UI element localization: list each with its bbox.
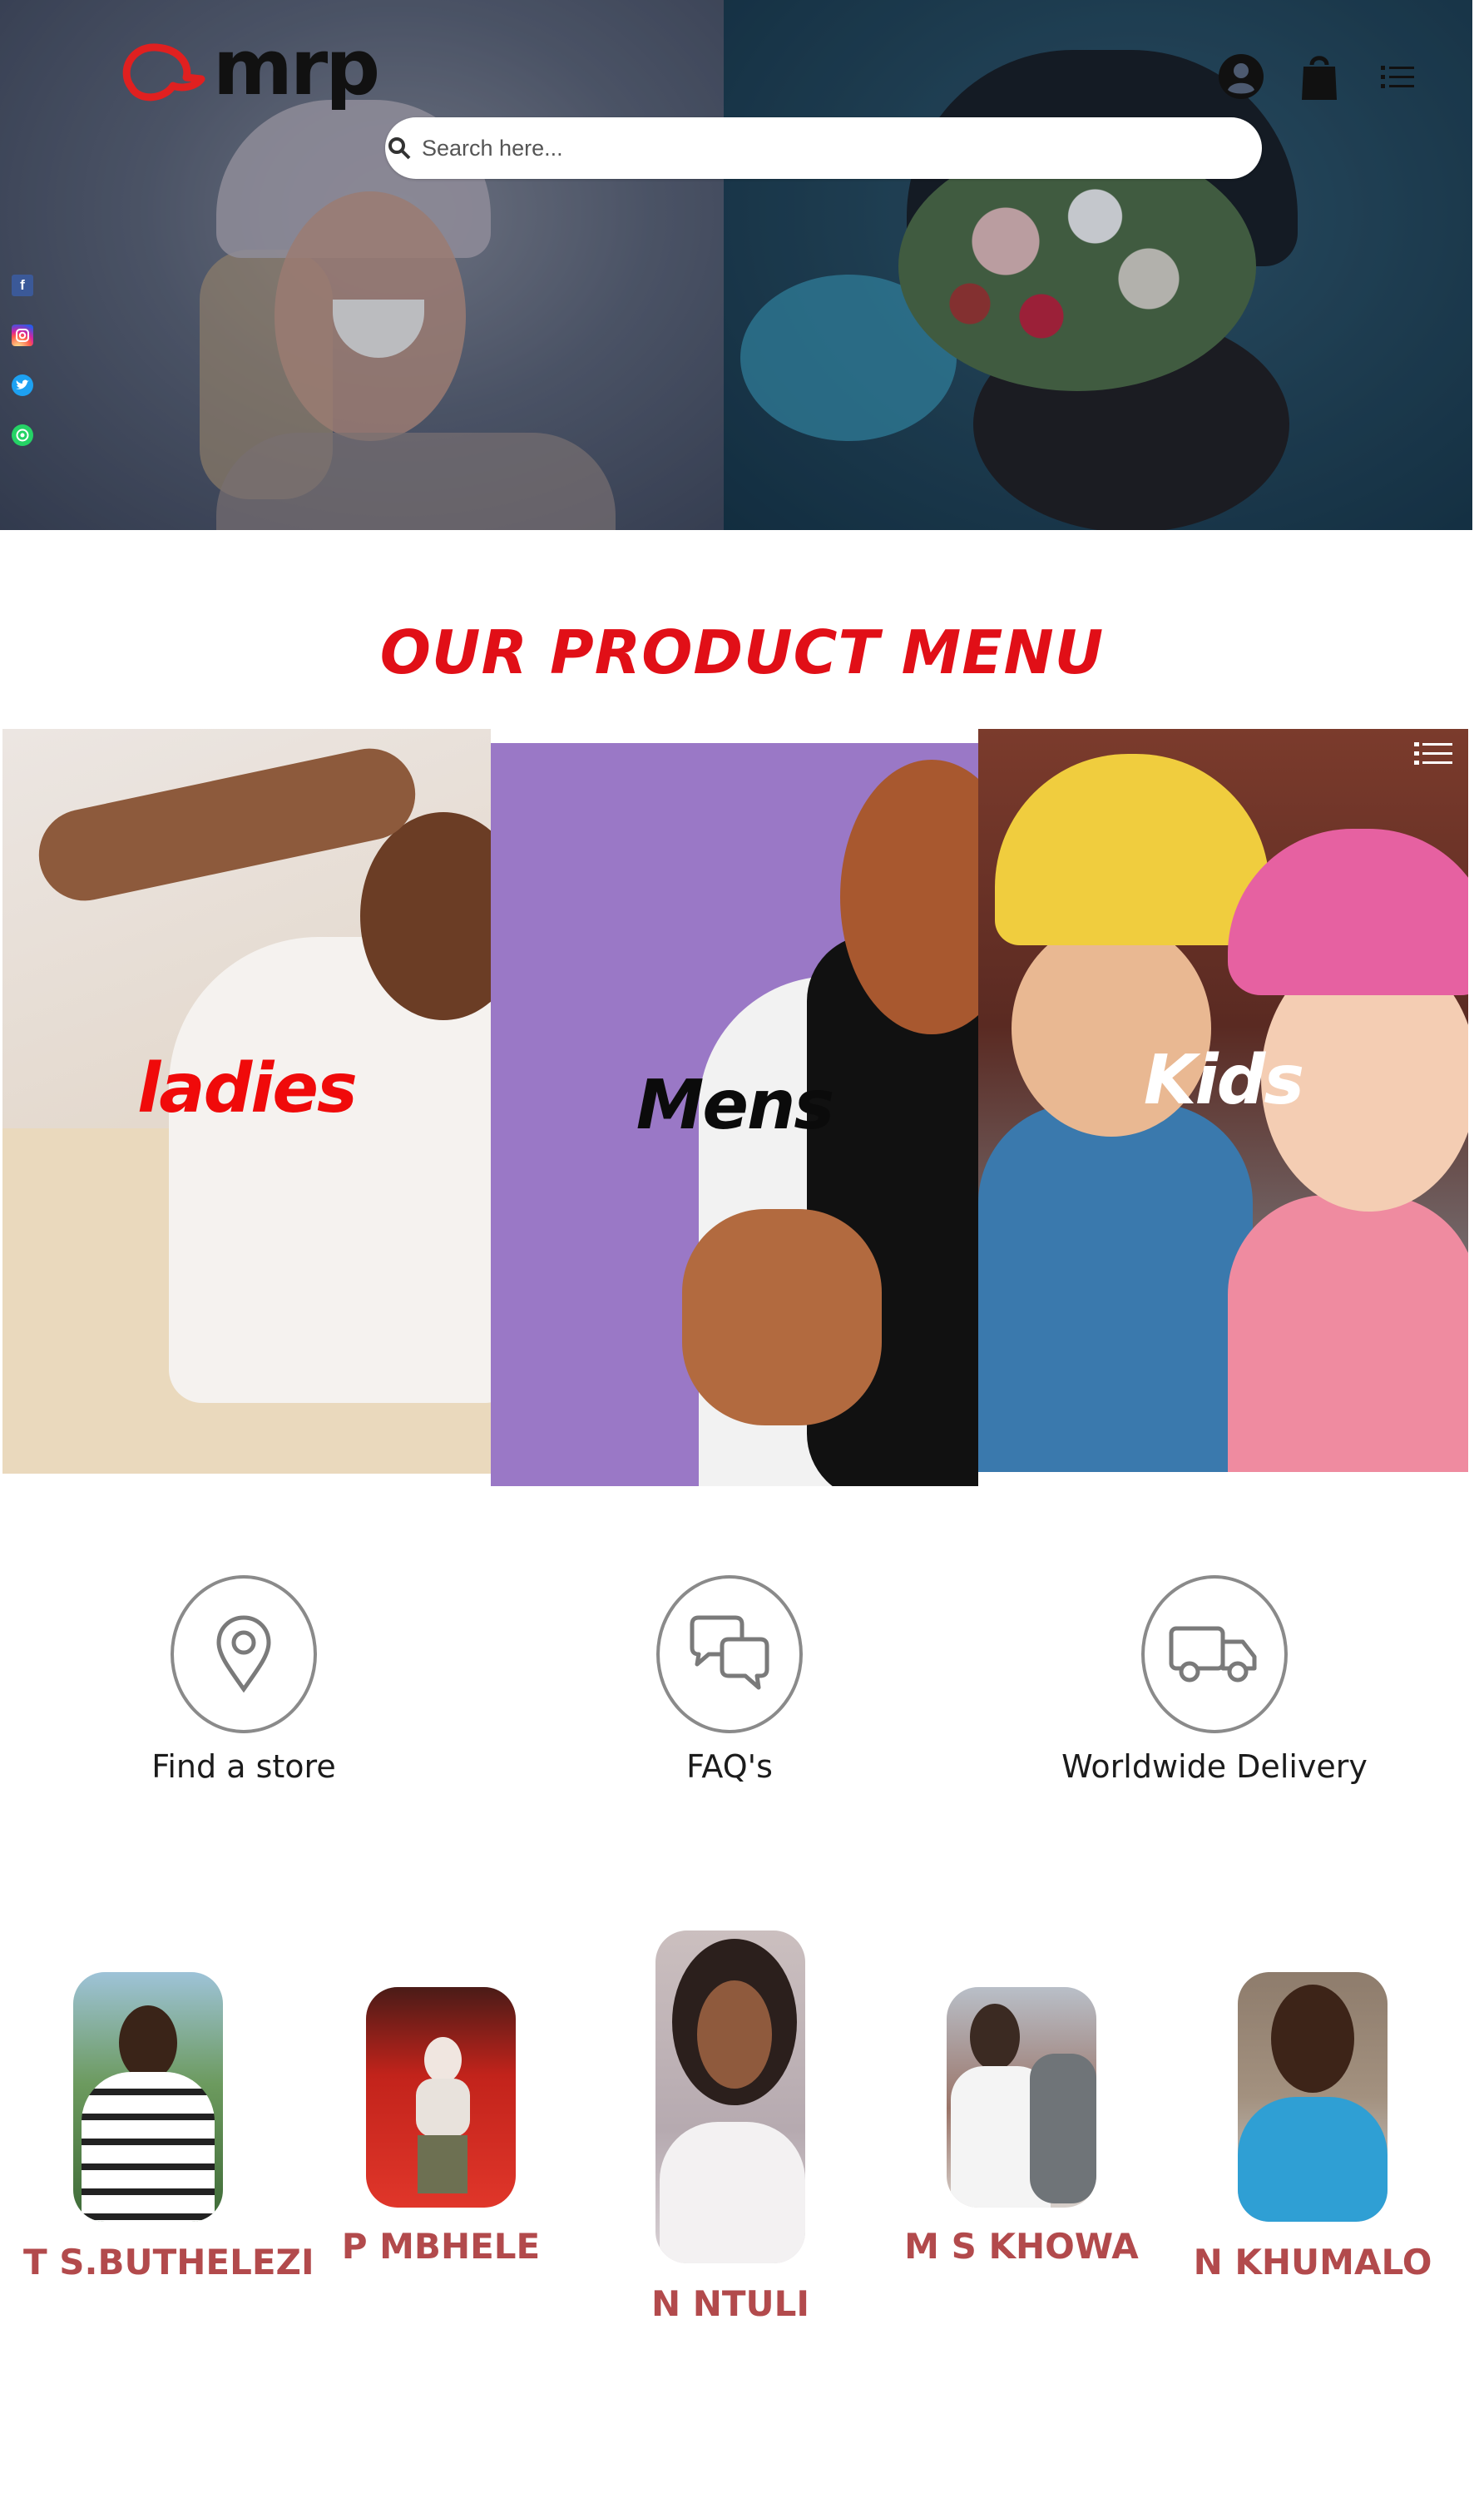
section-title: OUR PRODUCT MENU — [379, 617, 1105, 687]
menu-button[interactable] — [1373, 52, 1422, 102]
brand-name: mrp — [213, 22, 380, 112]
feature-circle — [171, 1575, 317, 1733]
twitter-link[interactable] — [12, 374, 33, 396]
category-label-ladies: ladies — [137, 1049, 358, 1128]
menu-list-icon — [1381, 66, 1414, 88]
brand-logo[interactable]: mrp — [115, 22, 380, 112]
instagram-link[interactable] — [12, 325, 33, 346]
member-name: N NTULI — [650, 2283, 810, 2324]
kids-model-jacket — [978, 1103, 1253, 1472]
category-kids[interactable]: Kids — [978, 729, 1468, 1472]
member-name: N KHUMALO — [1193, 2242, 1432, 2282]
category-mens[interactable]: Mens — [491, 743, 978, 1486]
whatsapp-icon — [16, 429, 29, 442]
shopping-bag-icon — [1302, 56, 1337, 100]
team-member: N NTULI — [606, 1930, 855, 2324]
account-button[interactable] — [1216, 52, 1266, 102]
feature-label: Find a store — [151, 1748, 336, 1785]
avatar — [366, 1987, 516, 2208]
instagram-icon — [16, 329, 29, 342]
avatar — [1238, 1972, 1388, 2222]
truck-icon — [1169, 1626, 1257, 1683]
search-bar[interactable] — [385, 117, 1262, 179]
search-input[interactable] — [420, 134, 1172, 162]
feature-circle — [1141, 1575, 1288, 1733]
avatar — [73, 1972, 223, 2222]
category-label-mens: Mens — [636, 1066, 834, 1145]
menu-list-icon[interactable] — [1411, 737, 1457, 771]
facebook-link[interactable]: f — [12, 275, 33, 296]
feature-label: Worldwide Delivery — [1061, 1748, 1368, 1785]
member-name: P MBHELE — [341, 2226, 541, 2267]
kids-model-beanie — [995, 754, 1269, 945]
team-member: T S.BUTHELEZI — [23, 1972, 314, 2282]
team-member: M S KHOWA — [897, 1987, 1146, 2267]
cart-button[interactable] — [1294, 52, 1344, 102]
cap-logo-icon — [122, 43, 205, 102]
category-label-kids: Kids — [1143, 1041, 1304, 1120]
find-store-link[interactable]: Find a store — [77, 1575, 410, 1785]
delivery-link[interactable]: Worldwide Delivery — [1048, 1575, 1381, 1785]
map-pin-icon — [216, 1615, 271, 1693]
whatsapp-link[interactable] — [12, 424, 33, 446]
category-ladies[interactable]: ladies — [2, 729, 491, 1474]
team-member: N KHUMALO — [1188, 1972, 1437, 2282]
faq-link[interactable]: FAQ's — [563, 1575, 896, 1785]
search-icon — [388, 137, 411, 160]
kids-model-vest — [1228, 1195, 1468, 1472]
member-name: M S KHOWA — [904, 2226, 1139, 2267]
chat-bubbles-icon — [690, 1615, 769, 1690]
member-name: T S.BUTHELEZI — [23, 2242, 314, 2282]
feature-label: FAQ's — [686, 1748, 773, 1785]
feature-circle — [656, 1575, 803, 1733]
mens-model-arm — [682, 1209, 882, 1425]
avatar — [947, 1987, 1096, 2208]
twitter-icon — [16, 379, 29, 389]
facebook-icon: f — [20, 277, 25, 293]
avatar — [655, 1930, 805, 2263]
user-circle-icon — [1219, 54, 1264, 99]
team-member: P MBHELE — [316, 1987, 566, 2267]
